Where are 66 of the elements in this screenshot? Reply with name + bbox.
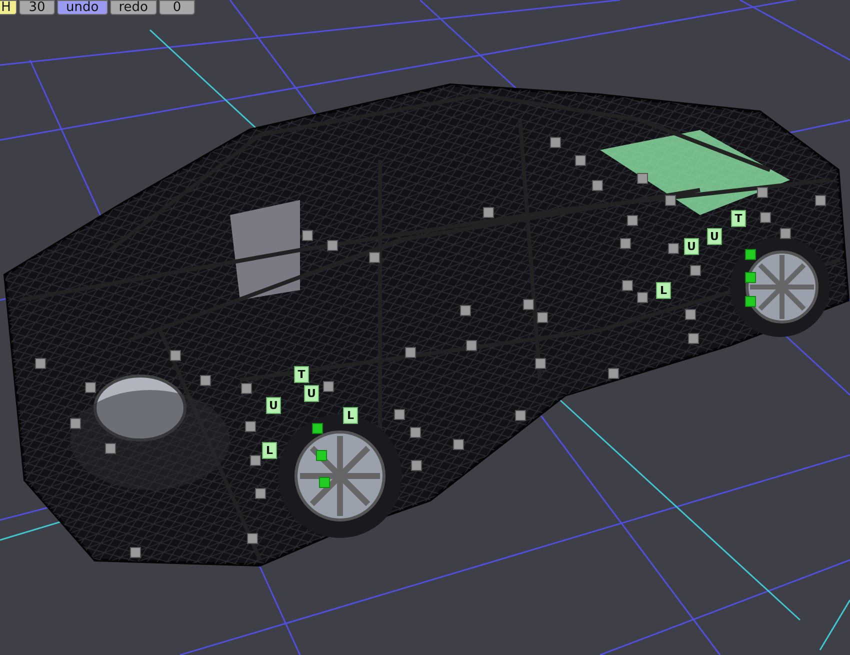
control-point-icon[interactable]: [550, 137, 561, 148]
handle-label[interactable]: U: [304, 385, 319, 402]
control-point-icon[interactable]: [627, 215, 638, 226]
control-point-icon[interactable]: [245, 421, 256, 432]
control-point-icon[interactable]: [460, 305, 471, 316]
control-point-icon[interactable]: [575, 155, 586, 166]
control-point-icon[interactable]: [780, 228, 791, 239]
control-point-icon[interactable]: [668, 243, 679, 254]
handle-label[interactable]: L: [656, 282, 671, 299]
control-point-icon[interactable]: [70, 418, 81, 429]
control-point-icon[interactable]: [302, 230, 313, 241]
control-point-icon[interactable]: [323, 381, 334, 392]
handle-label[interactable]: L: [262, 442, 277, 459]
control-point-icon[interactable]: [535, 358, 546, 369]
control-point-icon[interactable]: [453, 439, 464, 450]
control-point-icon[interactable]: [745, 272, 756, 283]
number-field[interactable]: 0: [158, 0, 195, 15]
control-point-icon[interactable]: [815, 195, 826, 206]
toolbar-button[interactable]: redo: [110, 0, 157, 15]
control-point-icon[interactable]: [410, 427, 421, 438]
control-point-icon[interactable]: [665, 195, 676, 206]
control-point-icon[interactable]: [466, 340, 477, 351]
control-point-icon[interactable]: [592, 180, 603, 191]
control-point-icon[interactable]: [312, 423, 323, 434]
control-point-icon[interactable]: [405, 347, 416, 358]
control-point-icon[interactable]: [688, 333, 699, 344]
control-point-icon[interactable]: [250, 455, 261, 466]
control-point-icon[interactable]: [515, 410, 526, 421]
handle-label[interactable]: U: [707, 228, 722, 245]
control-point-icon[interactable]: [247, 533, 258, 544]
control-point-icon[interactable]: [105, 443, 116, 454]
control-point-icon[interactable]: [319, 477, 330, 488]
control-point-icon[interactable]: [394, 409, 405, 420]
number-field[interactable]: 30: [19, 0, 55, 15]
handle-label[interactable]: L: [343, 407, 358, 424]
control-point-icon[interactable]: [316, 450, 327, 461]
control-point-icon[interactable]: [35, 358, 46, 369]
toolbar-button[interactable]: H: [0, 0, 17, 15]
control-point-icon[interactable]: [745, 249, 756, 260]
control-point-icon[interactable]: [130, 547, 141, 558]
control-point-icon[interactable]: [745, 296, 756, 307]
handle-label[interactable]: U: [684, 238, 699, 255]
control-point-icon[interactable]: [760, 212, 771, 223]
control-point-icon[interactable]: [608, 368, 619, 379]
control-point-icon[interactable]: [241, 383, 252, 394]
control-point-icon[interactable]: [537, 312, 548, 323]
control-point-icon[interactable]: [690, 265, 701, 276]
control-point-icon[interactable]: [170, 350, 181, 361]
control-point-icon[interactable]: [757, 187, 768, 198]
control-point-icon[interactable]: [255, 488, 266, 499]
control-point-icon[interactable]: [369, 252, 380, 263]
control-point-icon[interactable]: [85, 382, 96, 393]
control-point-icon[interactable]: [523, 299, 534, 310]
handle-label[interactable]: T: [294, 366, 309, 383]
control-point-icon[interactable]: [637, 173, 648, 184]
toolbar-button[interactable]: undo: [57, 0, 108, 15]
control-point-icon[interactable]: [483, 207, 494, 218]
control-point-icon[interactable]: [200, 375, 211, 386]
control-point-icon[interactable]: [685, 309, 696, 320]
control-point-icon[interactable]: [411, 460, 422, 471]
control-point-icon[interactable]: [622, 280, 633, 291]
control-point-icon[interactable]: [620, 238, 631, 249]
control-point-icon[interactable]: [637, 292, 648, 303]
handle-label[interactable]: U: [266, 397, 281, 414]
handle-label[interactable]: T: [731, 210, 746, 227]
control-point-icon[interactable]: [327, 240, 338, 251]
